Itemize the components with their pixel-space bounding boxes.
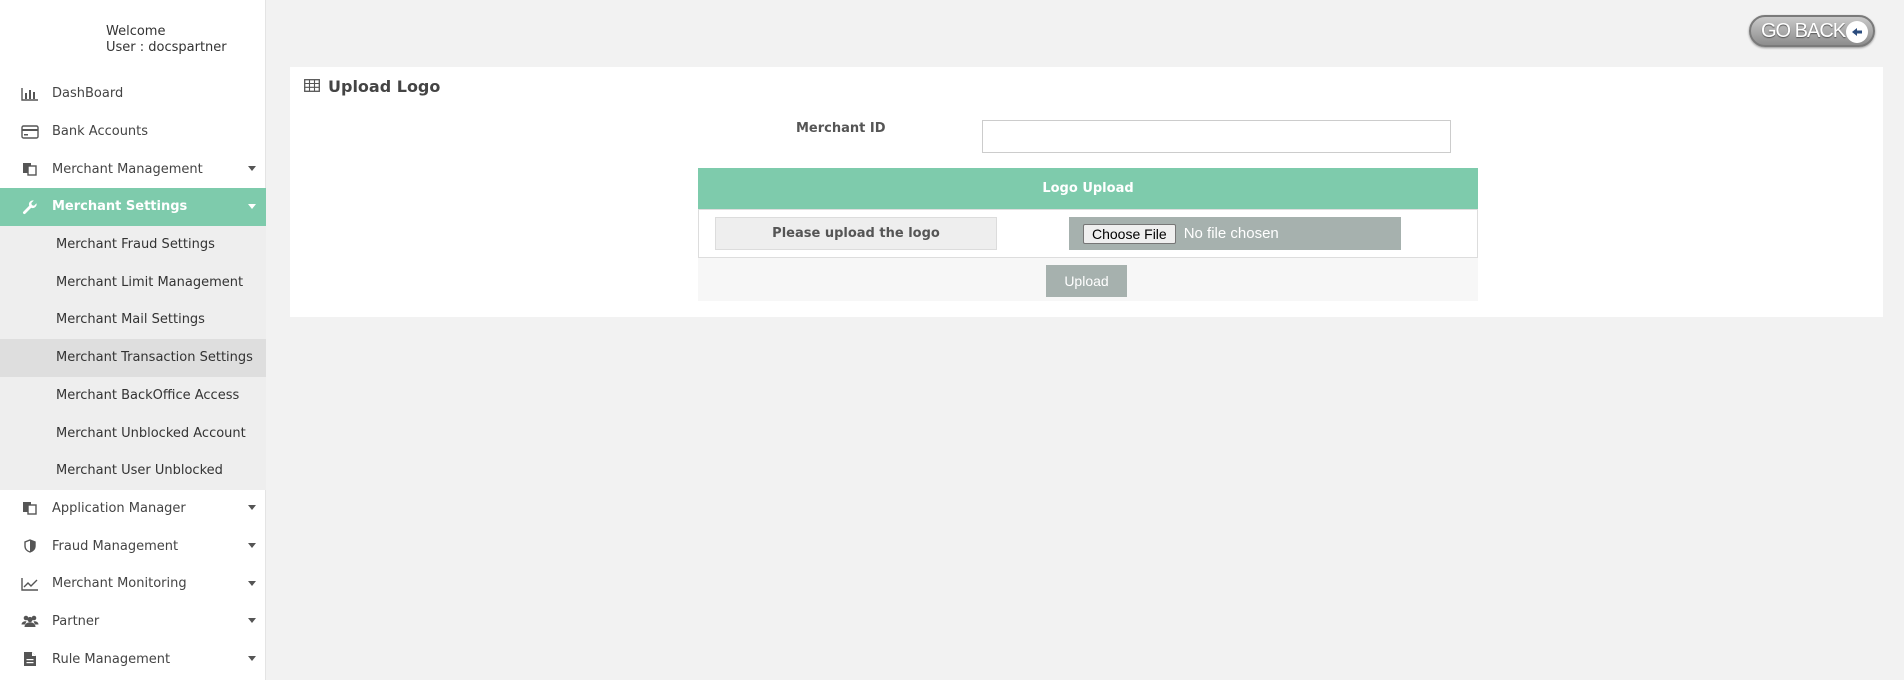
line-chart-icon [20,576,40,592]
choose-file-button[interactable]: Choose File [1083,223,1176,244]
bar-chart-icon [20,86,40,102]
copy-icon [20,161,40,177]
welcome-block: Welcome User : docspartner [106,24,227,56]
logo-upload-row: Please upload the logo Choose File No fi… [698,209,1478,258]
sidebar-item-label: Bank Accounts [52,124,149,140]
submenu-item-user-unblocked[interactable]: Merchant User Unblocked [0,452,266,490]
credit-card-icon [20,124,40,140]
copy-icon [20,500,40,516]
sidebar: Welcome User : docspartner DashBoard Ban… [0,0,266,680]
upload-logo-panel: Upload Logo Merchant ID Logo Upload Plea… [290,67,1883,317]
go-back-label: GO BACK [1761,19,1846,42]
sidebar-item-label: Merchant Management [52,161,203,177]
upload-prompt-label: Please upload the logo [715,217,997,250]
sidebar-item-merchant-settings[interactable]: Merchant Settings [0,188,266,226]
merchant-id-label: Merchant ID [796,121,886,136]
submenu-item-limit-management[interactable]: Merchant Limit Management [0,263,266,301]
sidebar-item-label: Partner [52,613,100,629]
arrow-left-icon [1846,21,1868,43]
user-name: User : docspartner [106,40,227,55]
merchant-id-input[interactable] [982,120,1451,153]
file-text-icon [20,651,40,667]
welcome-text: Welcome [106,24,166,39]
file-status-text: No file chosen [1183,225,1279,242]
submenu-item-transaction-settings[interactable]: Merchant Transaction Settings [0,338,266,377]
chevron-down-icon [248,618,256,624]
shield-icon [20,538,40,554]
logo-upload-header: Logo Upload [698,168,1478,209]
sidebar-item-label: Merchant Monitoring [52,576,187,592]
panel-title: Upload Logo [304,77,440,96]
sidebar-item-rule-management[interactable]: Rule Management [0,640,266,678]
sidebar-item-bank-accounts[interactable]: Bank Accounts [0,113,266,151]
sidebar-item-partner[interactable]: Partner [0,603,266,641]
submenu-item-fraud-settings[interactable]: Merchant Fraud Settings [0,226,266,264]
table-icon [304,77,320,96]
sidebar-item-merchant-monitoring[interactable]: Merchant Monitoring [0,565,266,603]
sidebar-item-label: Rule Management [52,651,171,667]
submenu-item-backoffice-access[interactable]: Merchant BackOffice Access [0,377,266,415]
sidebar-item-label: Merchant Settings [52,199,188,215]
upload-button-row: Upload [698,258,1478,301]
chevron-down-icon [248,166,256,172]
merchant-settings-submenu: Merchant Fraud Settings Merchant Limit M… [0,225,266,490]
go-back-button[interactable]: GO BACK [1749,15,1875,47]
sidebar-item-label: DashBoard [52,86,124,102]
chevron-down-icon [248,580,256,586]
sidebar-item-merchant-management[interactable]: Merchant Management [0,150,266,188]
file-input[interactable]: Choose File No file chosen [1069,217,1401,250]
sidebar-item-label: Application Manager [52,500,186,516]
chevron-down-icon [248,543,256,549]
users-icon [20,613,40,629]
sidebar-item-dashboard[interactable]: DashBoard [0,75,266,113]
sidebar-nav: DashBoard Bank Accounts Merchant Managem… [0,75,266,678]
chevron-down-icon [248,505,256,511]
sidebar-item-label: Fraud Management [52,538,179,554]
upload-button[interactable]: Upload [1046,265,1127,297]
wrench-icon [20,199,40,215]
chevron-down-icon [248,656,256,662]
sidebar-item-application-manager[interactable]: Application Manager [0,490,266,528]
panel-title-text: Upload Logo [328,77,441,96]
submenu-item-unblocked-account[interactable]: Merchant Unblocked Account [0,414,266,452]
submenu-item-mail-settings[interactable]: Merchant Mail Settings [0,301,266,339]
sidebar-item-fraud-management[interactable]: Fraud Management [0,527,266,565]
chevron-down-icon [248,203,256,209]
